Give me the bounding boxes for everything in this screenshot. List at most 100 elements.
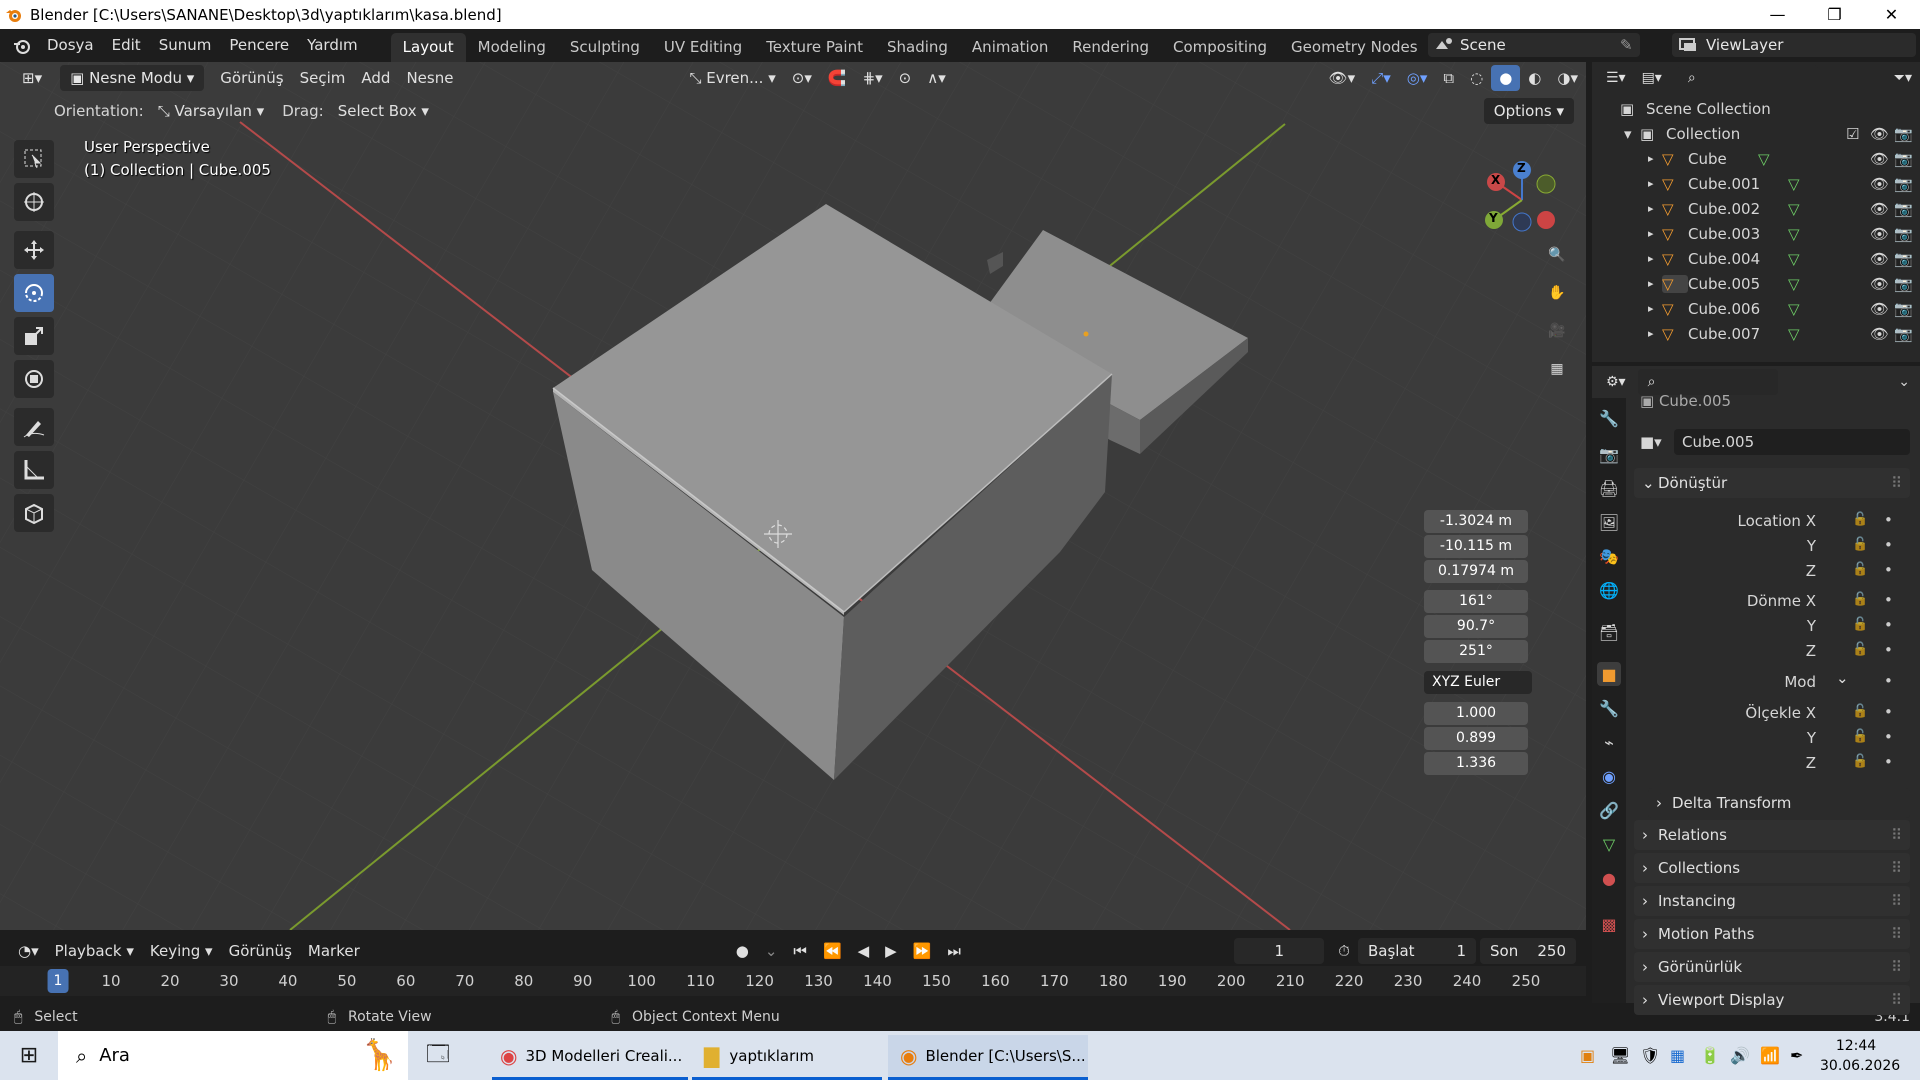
panel-relations[interactable]: › Relations ⠿ — [1634, 820, 1910, 850]
view-layer-selector[interactable]: ViewLayer — [1672, 33, 1916, 57]
expand-icon[interactable]: ▸ — [1648, 202, 1662, 215]
render-camera-icon[interactable]: 📷 — [1894, 200, 1920, 218]
jump-start-icon[interactable]: ⏮ — [785, 938, 815, 964]
shading-rendered-icon[interactable]: ◑▾ — [1549, 65, 1586, 91]
pivot-point-icon[interactable]: ⊙▾ — [784, 65, 820, 91]
object-name[interactable]: Cube.004 — [1688, 250, 1760, 268]
scene-selector[interactable]: Scene ✎ — [1428, 33, 1640, 57]
tab-geometry-nodes[interactable]: Geometry Nodes — [1279, 33, 1430, 62]
visibility-eye-icon[interactable]: 👁 — [1870, 300, 1894, 318]
tab-animation[interactable]: Animation — [960, 33, 1060, 62]
cursor-icon[interactable] — [14, 183, 54, 221]
outliner-editor-icon[interactable]: ☰▾ — [1598, 65, 1634, 91]
drag-handle-icon[interactable]: ⠿ — [1891, 892, 1902, 910]
render-camera-icon[interactable]: 📷 — [1894, 250, 1920, 268]
view-layer-tab-icon[interactable]: 🖼 — [1597, 510, 1621, 534]
record-icon[interactable]: ● — [728, 938, 757, 964]
keyframe-dropdown-icon[interactable]: ⌄ — [757, 938, 786, 964]
texture-tab-icon[interactable]: ▩ — [1597, 912, 1621, 936]
lock-icon[interactable]: 🔓 — [1852, 642, 1868, 657]
snap-target-icon[interactable]: ⋕▾ — [855, 65, 891, 91]
playback-menu[interactable]: Playback ▾ — [47, 938, 142, 964]
panel-görünürlük[interactable]: › Görünürlük ⠿ — [1634, 952, 1910, 982]
mesh-data-icon[interactable]: ▽ — [1758, 300, 1826, 318]
menu-dosya[interactable]: Dosya — [38, 29, 103, 62]
outliner-object-row[interactable]: ▸ ▽ Cube.007 ▽ 👁 📷 — [1592, 321, 1920, 346]
collection-tab-icon[interactable]: 🗃 — [1597, 620, 1621, 644]
output-tab-icon[interactable]: 🖨 — [1597, 476, 1621, 500]
start-frame-field[interactable]: Başlat 1 — [1358, 938, 1476, 964]
volume-icon[interactable]: 🔊 — [1730, 1046, 1760, 1065]
transform-orientation-dropdown[interactable]: ⤡ Evren... ▾ — [681, 65, 783, 91]
scene-collection-row[interactable]: ▣ Scene Collection — [1592, 96, 1920, 121]
menu-pencere[interactable]: Pencere — [220, 29, 298, 62]
start-button-icon[interactable]: ⊞ — [0, 1043, 58, 1068]
visibility-eye-icon[interactable]: 👁 — [1870, 250, 1894, 268]
drag-handle-icon[interactable]: ⠿ — [1891, 991, 1902, 1009]
viewport-scene[interactable] — [0, 62, 1586, 930]
expand-icon[interactable]: ▸ — [1648, 277, 1662, 290]
rotation-x-field[interactable]: 161° — [1424, 590, 1528, 613]
menu-view[interactable]: Görünüş — [212, 65, 291, 91]
delta-transform-header[interactable]: › Delta Transform — [1648, 788, 1910, 818]
keyframe-dot-icon[interactable]: • — [1884, 641, 1893, 659]
annotate-icon[interactable] — [14, 408, 54, 446]
editor-type-icon[interactable]: ⊞▾ — [14, 65, 50, 91]
material-tab-icon[interactable]: ● — [1597, 866, 1621, 890]
data-tab-icon[interactable]: ▽ — [1597, 832, 1621, 856]
rotation-y-field[interactable]: 90.7° — [1424, 615, 1528, 638]
pan-hand-icon[interactable]: ✋ — [1540, 276, 1574, 310]
drag-dropdown[interactable]: Select Box ▾ — [330, 98, 437, 124]
visibility-eye-icon[interactable]: 👁 — [1870, 325, 1894, 343]
proportional-edit-icon[interactable]: ⊙ — [891, 65, 920, 91]
render-camera-icon[interactable]: 📷 — [1894, 225, 1920, 243]
battery-icon[interactable]: 🔋 — [1700, 1046, 1730, 1065]
menu-add[interactable]: Add — [353, 65, 398, 91]
outliner-search-input[interactable]: ⌕ — [1677, 65, 1818, 91]
object-name-field[interactable]: ■▾ Cube.005 — [1634, 428, 1910, 456]
end-frame-field[interactable]: Son 250 — [1480, 938, 1576, 964]
menu-object[interactable]: Nesne — [398, 65, 461, 91]
lock-icon[interactable]: 🔓 — [1852, 704, 1868, 719]
keyframe-dot-icon[interactable]: • — [1884, 591, 1893, 609]
file-manager-icon[interactable]: 🗔 — [408, 1037, 468, 1075]
current-frame-marker[interactable]: 1 — [47, 969, 69, 993]
expand-icon[interactable]: ▸ — [1648, 252, 1662, 265]
maximize-button[interactable]: ❐ — [1806, 0, 1863, 29]
keying-menu[interactable]: Keying ▾ — [142, 938, 221, 964]
drag-handle-icon[interactable]: ⠿ — [1891, 474, 1902, 492]
play-reverse-icon[interactable]: ◀ — [850, 938, 878, 964]
filter-icon[interactable]: ⏷▾ — [1886, 65, 1920, 91]
object-name[interactable]: Cube — [1688, 150, 1758, 168]
tray-security-icon[interactable]: 🛡 — [1640, 1046, 1670, 1065]
tab-modeling[interactable]: Modeling — [466, 33, 558, 62]
visibility-eye-icon[interactable]: 👁 — [1870, 200, 1894, 218]
drag-handle-icon[interactable]: ⠿ — [1891, 958, 1902, 976]
falloff-icon[interactable]: ∧▾ — [919, 65, 954, 91]
render-camera-icon[interactable]: 📷 — [1894, 125, 1920, 143]
jump-end-icon[interactable]: ⏭ — [939, 938, 969, 964]
mesh-data-icon[interactable]: ▽ — [1758, 150, 1826, 168]
lock-icon[interactable]: 🔓 — [1852, 562, 1868, 577]
render-camera-icon[interactable]: 📷 — [1894, 275, 1920, 293]
tray-display-icon[interactable]: 🖥 — [1610, 1046, 1640, 1065]
transform-icon[interactable] — [14, 360, 54, 398]
move-icon[interactable] — [14, 231, 54, 269]
object-name[interactable]: Cube.003 — [1688, 225, 1760, 243]
measure-icon[interactable] — [14, 451, 54, 489]
drag-handle-icon[interactable]: ⠿ — [1891, 826, 1902, 844]
transform-panel-header[interactable]: ⌄ Dönüştür ⠿ — [1634, 468, 1910, 498]
select-box-icon[interactable] — [14, 140, 54, 178]
include-checkbox-icon[interactable]: ☑ — [1846, 125, 1870, 143]
lock-icon[interactable]: 🔓 — [1852, 754, 1868, 769]
next-keyframe-icon[interactable]: ⏩ — [905, 938, 940, 964]
mode-dropdown[interactable]: ▣ Nesne Modu ▾ — [60, 65, 205, 91]
scale-z-field[interactable]: 1.336 — [1424, 752, 1528, 775]
tray-app-icon[interactable]: ▣ — [1580, 1046, 1610, 1065]
clock[interactable]: 12:44 30.06.2026 — [1820, 1036, 1900, 1076]
drag-handle-icon[interactable]: ⠿ — [1891, 925, 1902, 943]
drag-handle-icon[interactable]: ⠿ — [1891, 859, 1902, 877]
prev-keyframe-icon[interactable]: ⏪ — [815, 938, 850, 964]
modifier-tab-icon[interactable]: 🔧 — [1597, 696, 1621, 720]
outliner-object-row[interactable]: ▸ ▽ Cube ▽ 👁 📷 — [1592, 146, 1920, 171]
